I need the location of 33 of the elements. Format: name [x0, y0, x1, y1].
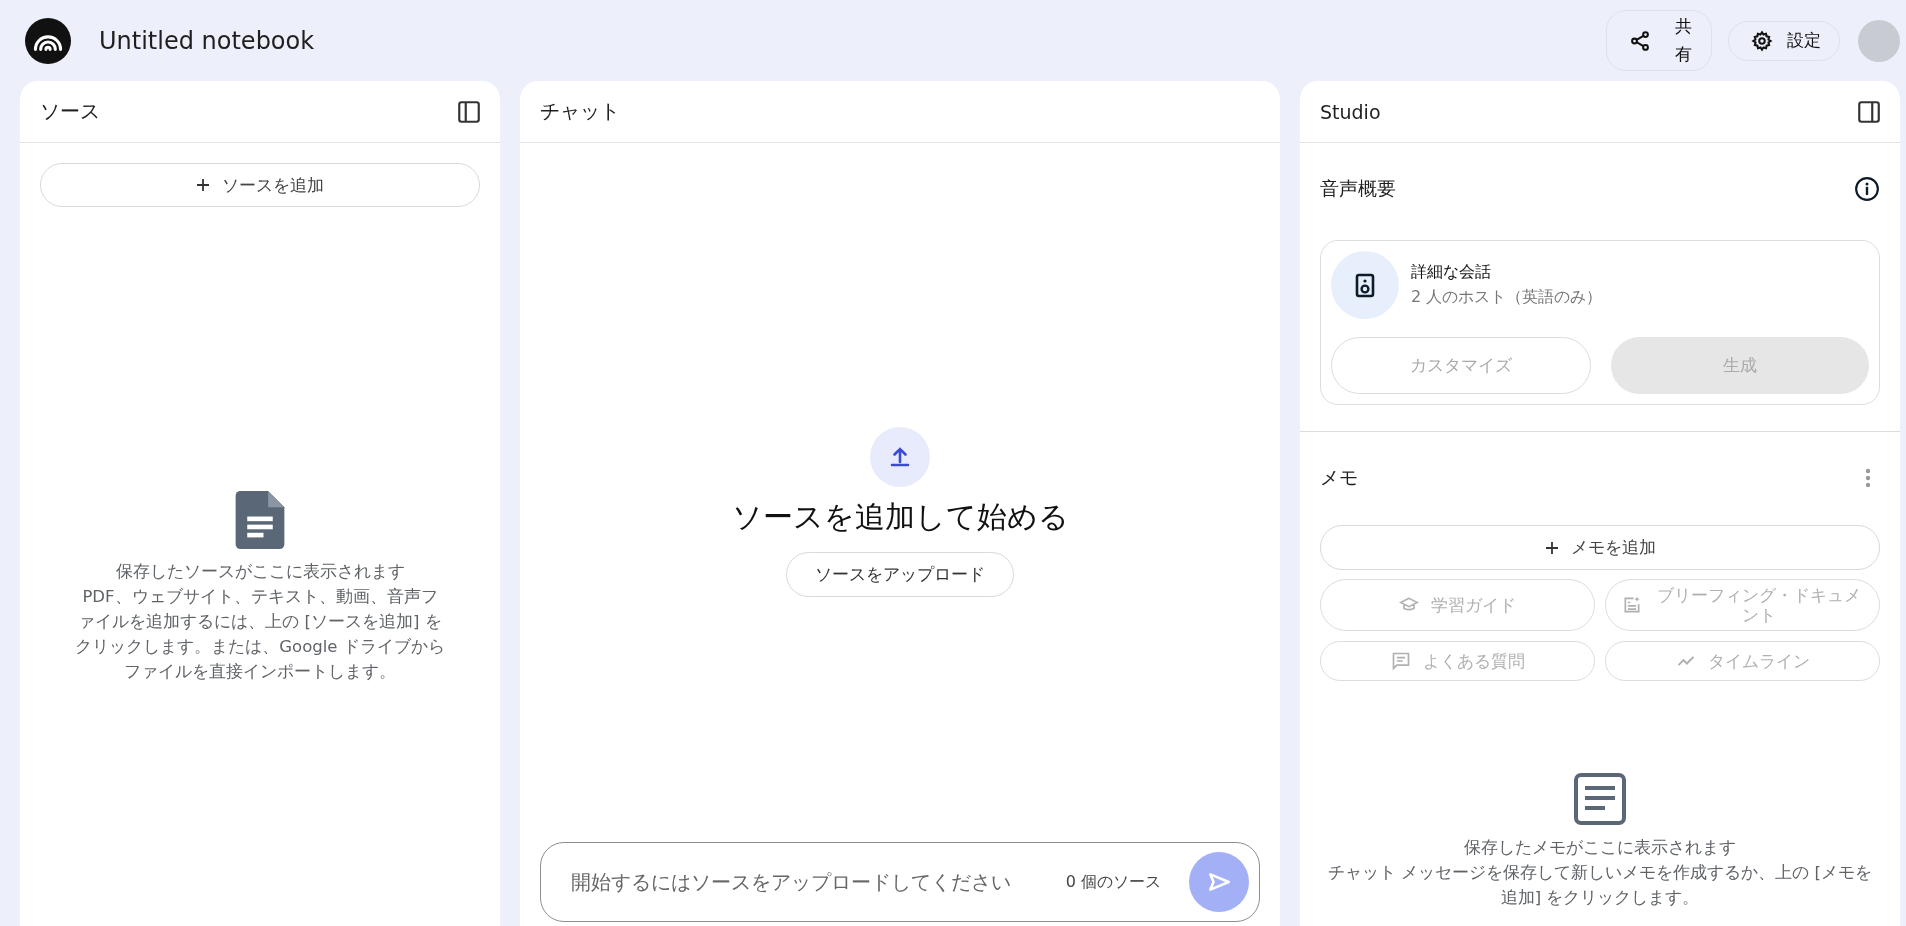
- settings-button[interactable]: 設定: [1728, 20, 1840, 61]
- more-icon[interactable]: [1864, 466, 1872, 490]
- notebook-title[interactable]: Untitled notebook: [99, 26, 315, 55]
- chat-bubble-icon: [1390, 651, 1411, 671]
- empty-state-text: 保存したメモがここに表示されます チャット メッセージを保存して新しいメモを作成するか、上の [メモを追加] をクリックします。: [1327, 837, 1873, 909]
- share-button[interactable]: 共有: [1606, 10, 1712, 71]
- source-count: 0 個のソース: [1065, 871, 1161, 893]
- note-icon: [1574, 773, 1626, 825]
- empty-state-heading: ソースを追加して始める: [731, 498, 1069, 536]
- section-heading: 音声概要: [1320, 176, 1396, 201]
- document-icon: [235, 491, 285, 549]
- sidebar-toggle-icon[interactable]: [1856, 98, 1882, 125]
- upload-source-button[interactable]: ソースをアップロード: [786, 552, 1014, 597]
- add-note-button[interactable]: メモを追加: [1320, 525, 1880, 570]
- sidebar-toggle-icon[interactable]: [456, 98, 482, 125]
- panel-title: Studio: [1320, 100, 1381, 123]
- section-heading: メモ: [1320, 465, 1358, 490]
- empty-state-text: 保存したソースがここに表示されます PDF、ウェブサイト、テキスト、動画、音声ファイルを追加するには、上の [ソースを追加] をクリックします。または、Google ドライブからファイルを直接インポートします。: [75, 561, 445, 683]
- share-label[interactable]: 共有: [1675, 13, 1692, 68]
- panel-title: チャット: [540, 98, 620, 125]
- settings-icon: [1751, 29, 1773, 52]
- speaker-icon: [1331, 251, 1399, 319]
- document-sparkle-icon: [1622, 595, 1642, 615]
- audio-subtitle: 2 人のホスト（英語のみ）: [1411, 287, 1603, 308]
- info-icon[interactable]: [1854, 176, 1880, 202]
- audio-title: 詳細な会話: [1411, 262, 1492, 283]
- plus-icon: [196, 178, 210, 192]
- upload-icon: [870, 427, 930, 487]
- logo-icon: [25, 17, 71, 64]
- panel-title: ソース: [40, 98, 100, 125]
- add-source-button[interactable]: ソースを追加: [40, 163, 480, 207]
- plus-icon: [1544, 540, 1559, 555]
- share-icon: [1629, 29, 1651, 52]
